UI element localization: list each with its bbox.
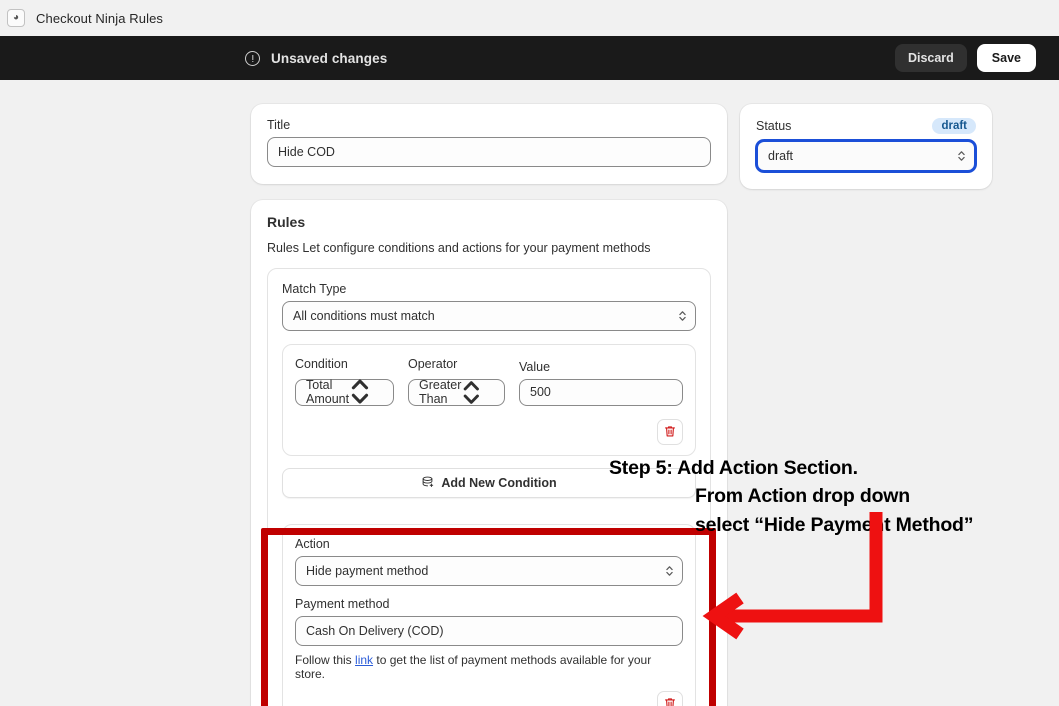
chevron-updown-icon <box>461 376 482 409</box>
status-card-header: Status draft <box>756 118 976 134</box>
save-button[interactable]: Save <box>977 44 1036 72</box>
delete-action-button[interactable] <box>657 691 683 706</box>
condition-panel: Condition Total Amount Operator <box>282 344 696 456</box>
page-body: Title Hide COD Rules Rules Let configure… <box>0 80 1059 706</box>
match-type-select[interactable]: All conditions must match <box>282 301 696 331</box>
operator-label: Operator <box>408 357 505 371</box>
unsaved-changes-message: Unsaved changes <box>245 51 387 66</box>
helper-prefix: Follow this <box>295 653 355 667</box>
condition-actions <box>295 419 683 445</box>
trash-icon <box>664 425 676 438</box>
status-card: Status draft draft <box>740 104 992 189</box>
condition-field: Condition Total Amount <box>295 357 394 406</box>
status-badge: draft <box>932 118 976 134</box>
rules-card-title: Rules <box>267 214 711 230</box>
app-icon: ◕ <box>7 9 25 27</box>
save-bar-actions: Discard Save <box>895 44 1036 72</box>
status-select[interactable]: draft <box>756 140 976 172</box>
action-panel: Action Hide payment method Payment metho… <box>282 524 696 706</box>
payment-methods-link[interactable]: link <box>355 653 373 667</box>
condition-value: Total Amount <box>306 378 349 406</box>
unsaved-changes-label: Unsaved changes <box>271 51 387 66</box>
value-field: Value 500 <box>519 360 683 406</box>
title-input[interactable]: Hide COD <box>267 137 711 167</box>
operator-select[interactable]: Greater Than <box>408 379 505 406</box>
condition-row: Condition Total Amount Operator <box>295 357 683 406</box>
chevron-updown-icon <box>957 149 966 163</box>
value-input[interactable]: 500 <box>519 379 683 406</box>
action-value: Hide payment method <box>306 564 428 578</box>
match-type-label: Match Type <box>282 282 696 296</box>
operator-value: Greater Than <box>419 378 461 406</box>
trash-icon <box>664 697 676 706</box>
payment-method-input[interactable]: Cash On Delivery (COD) <box>295 616 683 646</box>
status-select-value: draft <box>768 149 793 163</box>
main-column: Title Hide COD Rules Rules Let configure… <box>251 104 727 706</box>
discard-button[interactable]: Discard <box>895 44 967 72</box>
match-type-panel: Match Type All conditions must match Con… <box>267 268 711 706</box>
database-plus-icon <box>421 476 434 489</box>
condition-label: Condition <box>295 357 394 371</box>
page-layout: Title Hide COD Rules Rules Let configure… <box>0 104 1059 706</box>
payment-method-label: Payment method <box>295 597 683 611</box>
add-new-condition-label: Add New Condition <box>441 476 556 490</box>
match-type-value: All conditions must match <box>293 309 435 323</box>
chevron-updown-icon <box>678 309 687 323</box>
action-label: Action <box>295 537 683 551</box>
chevron-updown-icon <box>665 564 674 578</box>
chevron-updown-icon <box>349 374 371 409</box>
payment-method-helper: Follow this link to get the list of paym… <box>295 653 683 681</box>
title-field-label: Title <box>267 118 711 132</box>
add-new-condition-button[interactable]: Add New Condition <box>282 468 696 498</box>
status-label: Status <box>756 119 791 133</box>
rules-card-subtitle: Rules Let configure conditions and actio… <box>267 241 711 255</box>
title-card: Title Hide COD <box>251 104 727 184</box>
value-label: Value <box>519 360 683 374</box>
action-select[interactable]: Hide payment method <box>295 556 683 586</box>
condition-select[interactable]: Total Amount <box>295 379 394 406</box>
info-circle-icon <box>245 51 260 66</box>
side-column: Status draft draft <box>740 104 992 706</box>
action-actions <box>295 691 683 706</box>
browser-tab-bar: ◕ Checkout Ninja Rules <box>0 0 1059 36</box>
delete-condition-button[interactable] <box>657 419 683 445</box>
rules-card: Rules Rules Let configure conditions and… <box>251 200 727 706</box>
tab-title: Checkout Ninja Rules <box>36 11 163 26</box>
operator-field: Operator Greater Than <box>408 357 505 406</box>
unsaved-changes-bar: Unsaved changes Discard Save <box>0 36 1059 80</box>
